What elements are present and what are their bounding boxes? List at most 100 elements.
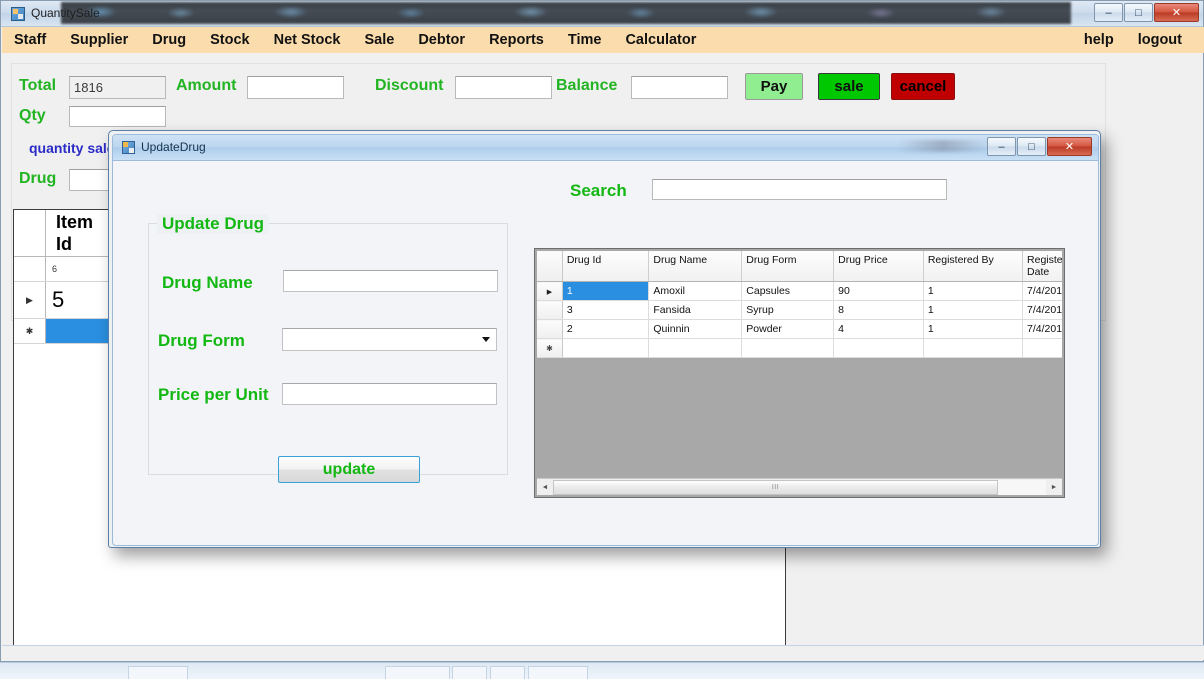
column-drug-price[interactable]: Drug Price bbox=[833, 251, 924, 282]
row-marker: ✱ bbox=[14, 319, 46, 343]
cell-registered-by[interactable]: 1 bbox=[923, 300, 1024, 320]
cell-drug-form[interactable] bbox=[741, 338, 835, 358]
total-value[interactable]: 1816 bbox=[69, 76, 166, 99]
cell-drug-id[interactable] bbox=[562, 338, 650, 358]
taskbar-item[interactable] bbox=[528, 666, 588, 679]
menu-item-staff[interactable]: Staff bbox=[2, 27, 58, 53]
table-row[interactable]: 3 Fansida Syrup 8 1 7/4/2015 bbox=[537, 300, 1062, 320]
cell-drug-price[interactable] bbox=[833, 338, 924, 358]
pay-button[interactable]: Pay bbox=[745, 73, 803, 100]
cell-item-id[interactable]: 6 bbox=[46, 257, 114, 281]
row-marker: ▶ bbox=[14, 282, 46, 318]
cell-drug-name[interactable]: Fansida bbox=[648, 300, 743, 320]
cell-drug-form[interactable]: Capsules bbox=[741, 281, 835, 301]
dialog-titlebar[interactable]: UpdateDrug – □ ✕ bbox=[113, 135, 1098, 161]
drug-form-select[interactable] bbox=[282, 328, 497, 351]
menu-item-drug[interactable]: Drug bbox=[140, 27, 198, 53]
column-drug-name[interactable]: Drug Name bbox=[648, 251, 743, 282]
main-window-title: QuantitySale bbox=[31, 6, 100, 20]
menu-item-supplier[interactable]: Supplier bbox=[58, 27, 140, 53]
column-drug-id[interactable]: Drug Id bbox=[562, 251, 650, 282]
dialog-title: UpdateDrug bbox=[141, 140, 206, 154]
chevron-down-icon[interactable] bbox=[482, 337, 490, 342]
menu-item-net-stock[interactable]: Net Stock bbox=[262, 27, 353, 53]
cell-drug-id[interactable]: 2 bbox=[562, 319, 650, 339]
cell-drug-form[interactable]: Powder bbox=[741, 319, 835, 339]
cell-drug-name[interactable]: Amoxil bbox=[648, 281, 743, 301]
cell-drug-price[interactable]: 8 bbox=[833, 300, 924, 320]
column-registered-by[interactable]: Registered By bbox=[923, 251, 1024, 282]
scroll-right-arrow-icon[interactable]: ► bbox=[1046, 479, 1062, 495]
column-registered-date[interactable]: Registered Date bbox=[1022, 251, 1062, 282]
dialog-application-icon bbox=[122, 141, 135, 154]
menu-item-help[interactable]: help bbox=[1072, 27, 1126, 53]
grid-column-item-id[interactable]: Item Id bbox=[46, 210, 114, 256]
cell-drug-id[interactable]: 3 bbox=[562, 300, 650, 320]
menu-item-time[interactable]: Time bbox=[556, 27, 614, 53]
cell-registered-date[interactable]: 7/4/2015 bbox=[1022, 319, 1062, 339]
desktop-taskbar bbox=[0, 662, 1204, 679]
cell-registered-date[interactable]: 7/4/2015 bbox=[1022, 281, 1062, 301]
maximize-button[interactable]: □ bbox=[1124, 3, 1153, 22]
cell-drug-name[interactable] bbox=[648, 338, 743, 358]
column-drug-form[interactable]: Drug Form bbox=[741, 251, 835, 282]
cell-registered-by[interactable] bbox=[923, 338, 1024, 358]
cell-drug-id[interactable]: 1 bbox=[562, 281, 650, 301]
drug-name-input[interactable] bbox=[283, 270, 498, 292]
balance-input[interactable] bbox=[631, 76, 728, 99]
cell-item-id[interactable] bbox=[46, 319, 114, 343]
price-per-unit-label: Price per Unit bbox=[158, 385, 269, 404]
table-row-new[interactable] bbox=[537, 338, 1062, 358]
main-window-titlebar[interactable]: QuantitySale – □ ✕ bbox=[1, 1, 1203, 27]
balance-label: Balance bbox=[556, 77, 618, 94]
row-marker bbox=[14, 257, 46, 281]
scrollbar-track[interactable]: III bbox=[553, 479, 1046, 495]
update-drug-group-title: Update Drug bbox=[157, 214, 269, 234]
dialog-maximize-button[interactable]: □ bbox=[1017, 137, 1046, 156]
cancel-button[interactable]: cancel bbox=[891, 73, 955, 100]
row-header-column bbox=[537, 251, 563, 282]
cell-item-id[interactable]: 5 bbox=[46, 282, 114, 318]
menu-item-calculator[interactable]: Calculator bbox=[613, 27, 708, 53]
taskbar-item[interactable] bbox=[385, 666, 450, 679]
drug-label: Drug bbox=[19, 170, 57, 187]
cell-drug-price[interactable]: 4 bbox=[833, 319, 924, 339]
cell-registered-date[interactable]: 7/4/2015 bbox=[1022, 300, 1062, 320]
menu-item-debtor[interactable]: Debtor bbox=[406, 27, 477, 53]
qty-input[interactable] bbox=[69, 106, 166, 127]
discount-input[interactable] bbox=[455, 76, 552, 99]
scrollbar-thumb[interactable]: III bbox=[553, 479, 998, 495]
menu-item-reports[interactable]: Reports bbox=[477, 27, 556, 53]
cell-registered-by[interactable]: 1 bbox=[923, 319, 1024, 339]
update-button[interactable]: update bbox=[278, 456, 420, 483]
table-row[interactable]: 1 Amoxil Capsules 90 1 7/4/2015 bbox=[537, 281, 1062, 301]
drug-form-label: Drug Form bbox=[158, 331, 245, 350]
cell-registered-by[interactable]: 1 bbox=[923, 281, 1024, 301]
cell-drug-form[interactable]: Syrup bbox=[741, 300, 835, 320]
cell-drug-name[interactable]: Quinnin bbox=[648, 319, 743, 339]
taskbar-item[interactable] bbox=[452, 666, 487, 679]
grid-horizontal-scrollbar[interactable]: ◄ III ► bbox=[537, 478, 1062, 495]
cell-registered-date[interactable] bbox=[1022, 338, 1062, 358]
close-button[interactable]: ✕ bbox=[1154, 3, 1199, 22]
menu-item-stock[interactable]: Stock bbox=[198, 27, 262, 53]
taskbar-item[interactable] bbox=[490, 666, 525, 679]
row-marker bbox=[537, 319, 563, 339]
amount-input[interactable] bbox=[247, 76, 344, 99]
menu-item-sale[interactable]: Sale bbox=[352, 27, 406, 53]
price-per-unit-input[interactable] bbox=[282, 383, 497, 405]
cell-drug-price[interactable]: 90 bbox=[833, 281, 924, 301]
drug-list-grid[interactable]: Drug Id Drug Name Drug Form Drug Price R… bbox=[534, 248, 1065, 498]
search-input[interactable] bbox=[652, 179, 947, 200]
menu-item-logout[interactable]: logout bbox=[1126, 27, 1194, 53]
row-marker-current bbox=[537, 281, 563, 301]
minimize-button[interactable]: – bbox=[1094, 3, 1123, 22]
dialog-close-button[interactable]: ✕ bbox=[1047, 137, 1092, 156]
discount-label: Discount bbox=[375, 77, 444, 94]
dialog-minimize-button[interactable]: – bbox=[987, 137, 1016, 156]
sale-button[interactable]: sale bbox=[818, 73, 880, 100]
taskbar-item[interactable] bbox=[128, 666, 188, 679]
scroll-left-arrow-icon[interactable]: ◄ bbox=[537, 479, 553, 495]
search-label: Search bbox=[570, 181, 627, 200]
table-row[interactable]: 2 Quinnin Powder 4 1 7/4/2015 bbox=[537, 319, 1062, 339]
